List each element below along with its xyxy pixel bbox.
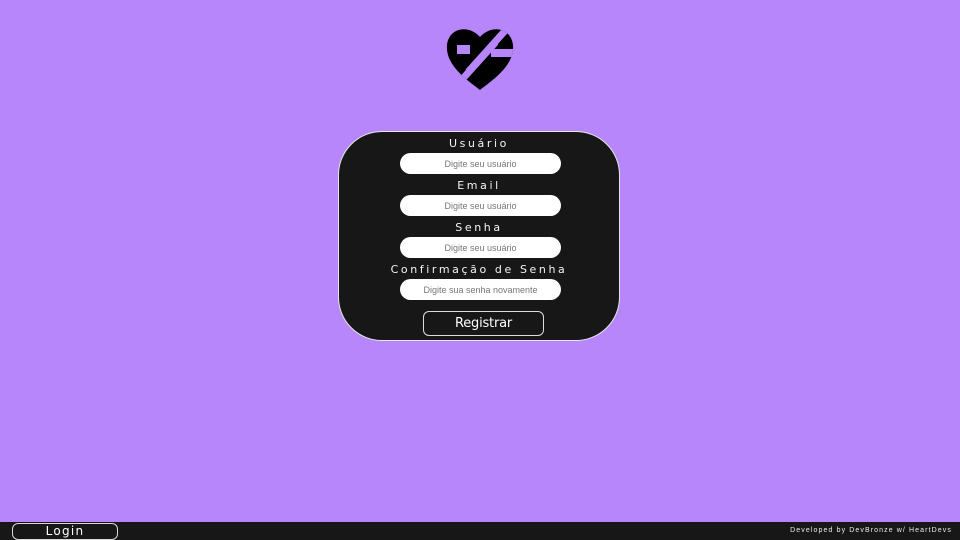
register-button[interactable]: Registrar: [423, 311, 544, 336]
register-form: Usuário Email Senha Confirmação de Senha…: [338, 131, 620, 341]
password-input[interactable]: [400, 237, 561, 258]
password-label: Senha: [455, 221, 503, 234]
footer-bar: Login Developed by DevBronze w/ HeartDev…: [0, 522, 960, 540]
email-input[interactable]: [400, 195, 561, 216]
confirm-password-label: Confirmação de Senha: [390, 263, 568, 276]
login-button[interactable]: Login: [12, 523, 118, 540]
email-label: Email: [457, 179, 501, 192]
username-input[interactable]: [400, 153, 561, 174]
heart-hash-logo-icon: [446, 29, 514, 90]
username-label: Usuário: [448, 137, 509, 150]
footer-credit: Developed by DevBronze w/ HeartDevs: [790, 527, 952, 534]
confirm-password-input[interactable]: [400, 279, 561, 300]
